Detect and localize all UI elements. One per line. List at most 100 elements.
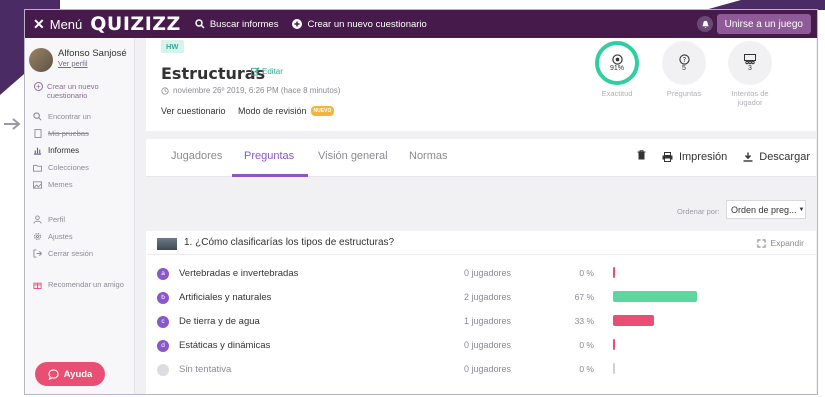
question-header: 1. ¿Cómo clasificarías los tipos de estr…	[146, 231, 816, 255]
sidebar-create-label: Crear un nuevo cuestionario	[47, 82, 99, 100]
report-tabs-bar: Jugadores Preguntas Visión general Norma…	[146, 139, 816, 177]
option-players: 0 jugadores	[464, 364, 512, 374]
option-percentage: 0 %	[579, 268, 594, 278]
question-mark-icon: ?	[678, 54, 690, 65]
sidebar-item-find[interactable]: Encontrar un	[33, 108, 134, 125]
help-button[interactable]: Ayuda	[35, 362, 105, 386]
option-result-bar	[613, 363, 615, 374]
tab-overview[interactable]: Visión general	[318, 150, 388, 162]
sidebar-item-logout[interactable]: Cerrar sesión	[33, 245, 134, 262]
sidebar-item-refer-friend[interactable]: Recomendar un amigo	[33, 276, 134, 293]
view-quiz-button[interactable]: Ver cuestionario	[161, 106, 226, 116]
option-letter-badge: c	[157, 316, 169, 328]
attempts-circle: 3	[728, 41, 772, 85]
answer-row: c De tierra y de agua 1 jugadores 33 %	[146, 311, 816, 335]
active-tab-indicator	[232, 174, 308, 177]
sidebar-item-label: Recomendar un amigo	[48, 280, 124, 289]
edit-icon	[251, 67, 260, 76]
option-players: 2 jugadores	[464, 292, 512, 302]
sidebar: Alfonso Sanjosé Ver perfil + Crear un nu…	[25, 38, 135, 394]
date-text: noviembre 26º 2019, 6:26 PM (hace 8 minu…	[173, 86, 341, 95]
answer-row: Sin tentativa 0 jugadores 0 %	[146, 359, 816, 383]
sidebar-create-quiz[interactable]: + Crear un nuevo cuestionario	[34, 82, 134, 100]
gift-icon	[33, 280, 42, 289]
user-icon	[33, 215, 42, 224]
questions-value: 5	[682, 65, 686, 72]
quiz-title: Estructuras	[161, 64, 266, 83]
sidebar-item-settings[interactable]: Ajustes	[33, 228, 134, 245]
sidebar-item-collections[interactable]: Colecciones	[33, 159, 134, 176]
question-thumbnail	[157, 238, 177, 250]
svg-text:?: ?	[682, 56, 686, 64]
print-label: Impresión	[678, 150, 728, 163]
download-icon	[743, 152, 753, 162]
option-result-bar	[613, 291, 697, 302]
sidebar-item-profile[interactable]: Perfil	[33, 211, 134, 228]
sort-select[interactable]: Orden de preg... ▼	[726, 200, 806, 219]
option-text: Artificiales y naturales	[179, 292, 272, 303]
gear-icon	[33, 232, 42, 241]
option-result-bar	[613, 267, 615, 278]
menu-button[interactable]: ✕ Menú	[25, 16, 82, 33]
edit-button[interactable]: Editar	[251, 67, 283, 76]
trash-icon[interactable]	[637, 150, 646, 163]
plus-icon: +	[34, 82, 43, 91]
sidebar-item-label: Colecciones	[48, 163, 89, 172]
avatar[interactable]	[29, 48, 53, 72]
accuracy-label: Exactitud	[601, 89, 633, 98]
sort-value: Orden de preg...	[731, 204, 797, 215]
answer-row: b Artificiales y naturales 2 jugadores 67 %	[146, 287, 816, 311]
option-letter-badge: a	[157, 268, 169, 280]
answer-row: a Vertebradas e invertebradas 0 jugadores 0…	[146, 263, 816, 287]
document-icon	[33, 129, 42, 138]
new-badge: NUEVO	[310, 106, 335, 116]
search-icon	[195, 19, 205, 29]
profile-block: Alfonso Sanjosé Ver perfil	[25, 38, 134, 72]
quiz-header-card: HW Estructuras Editar noviembre 26º 2019…	[146, 38, 816, 131]
questions-label: Preguntas	[666, 89, 702, 98]
download-label: Descargar	[759, 150, 810, 163]
homework-tag: HW	[161, 40, 184, 53]
option-letter-badge	[157, 364, 169, 376]
caret-down-icon: ▼	[798, 206, 805, 213]
tab-players[interactable]: Jugadores	[171, 150, 222, 162]
sidebar-item-reports[interactable]: Informes	[33, 142, 134, 159]
search-reports-label: Buscar informes	[209, 18, 279, 30]
attempts-value: 3	[748, 65, 752, 72]
close-icon: ✕	[33, 15, 45, 32]
chart-icon	[33, 146, 42, 155]
print-button[interactable]: Impresión	[662, 151, 727, 163]
sidebar-item-memes[interactable]: Memes	[33, 176, 134, 193]
clock-icon	[161, 86, 169, 95]
menu-label: Menú	[49, 16, 83, 32]
create-quiz-link[interactable]: Crear un nuevo cuestionario	[292, 18, 427, 30]
sidebar-item-label: Cerrar sesión	[48, 249, 94, 258]
option-letter-badge: d	[157, 340, 169, 352]
app-window: ✕ Menú QUIZIZZ Buscar informes Crear un …	[24, 9, 818, 395]
review-mode-button[interactable]: Modo de revisión NUEVO	[238, 106, 335, 116]
expand-icon	[757, 238, 767, 248]
image-icon	[33, 180, 42, 189]
expand-label: Expandir	[770, 238, 804, 248]
expand-button[interactable]: Expandir	[757, 238, 804, 248]
option-text: Estáticas y dinámicas	[179, 340, 271, 351]
tab-standards[interactable]: Normas	[409, 150, 448, 162]
view-profile-link[interactable]: Ver perfil	[58, 59, 127, 68]
create-quiz-label: Crear un nuevo cuestionario	[307, 18, 427, 30]
quizizz-logo[interactable]: QUIZIZZ	[90, 13, 181, 35]
accuracy-stat: 91% Exactitud	[591, 41, 643, 98]
help-label: Ayuda	[63, 368, 93, 380]
join-game-button[interactable]: Unirse a un juego	[716, 14, 811, 34]
bell-icon[interactable]	[697, 16, 713, 32]
tab-questions[interactable]: Preguntas	[244, 150, 294, 162]
sidebar-item-my-quizzes[interactable]: Mis pruebas	[33, 125, 134, 142]
answer-row: d Estáticas y dinámicas 0 jugadores 0 %	[146, 335, 816, 359]
option-result-bar	[613, 315, 655, 326]
question-card: 1. ¿Cómo clasificarías los tipos de estr…	[146, 231, 816, 394]
review-mode-label: Modo de revisión	[238, 106, 307, 116]
search-reports-link[interactable]: Buscar informes	[195, 18, 279, 30]
accuracy-value: 91%	[609, 65, 624, 72]
option-letter-badge: b	[157, 292, 169, 304]
question-text: 1. ¿Cómo clasificarías los tipos de estr…	[184, 237, 395, 248]
download-button[interactable]: Descargar	[743, 151, 810, 163]
